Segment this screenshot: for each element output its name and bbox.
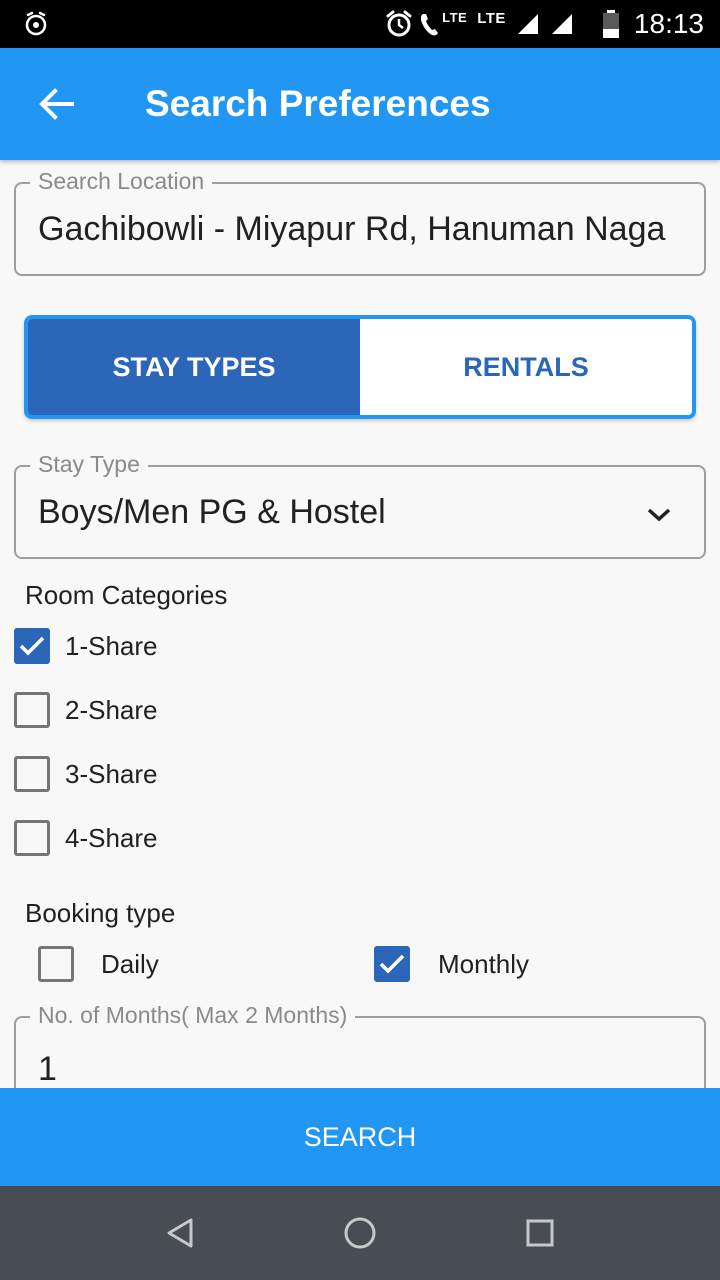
checkbox-label: 1-Share [65,630,158,661]
arrow-back-icon [39,88,74,120]
clock: 18:13 [633,8,704,39]
nav-recents-icon [526,1219,554,1247]
months-value: 1 [38,1049,57,1088]
tab-rentals[interactable]: RENTALS [360,319,692,415]
notification-alarm-icon [25,11,47,36]
checkbox-label: 4-Share [65,822,158,853]
checkbox-box[interactable] [38,946,74,982]
search-location-field[interactable]: Search Location Gachibowli - Miyapur Rd,… [14,166,706,276]
page-title: Search Preferences [145,83,491,124]
checkbox-4-share[interactable]: 4-Share [14,818,158,858]
signal-icon-2 [551,14,572,34]
search-button[interactable]: SEARCH [0,1088,720,1186]
app-bar: Search Preferences [0,48,720,160]
lte-label-1: LTE [442,10,468,25]
room-categories-title: Room Categories [25,580,228,610]
checkbox-box[interactable] [14,756,50,792]
checkbox-label: 3-Share [65,758,158,789]
status-bar: LTE LTE 18:13 [0,0,720,48]
checkbox-daily[interactable]: Daily [38,944,159,984]
phone-call-icon [421,14,439,36]
checkbox-3-share[interactable]: 3-Share [14,754,158,794]
chevron-down-icon [647,508,671,522]
checkbox-label: 2-Share [65,694,158,725]
nav-home-button[interactable] [324,1197,396,1269]
alarm-icon [386,10,412,37]
tab-stay-types[interactable]: STAY TYPES [28,319,360,415]
nav-recents-button[interactable] [504,1197,576,1269]
checkbox-box[interactable] [14,820,50,856]
search-location-value: Gachibowli - Miyapur Rd, Hanuman Naga [38,209,666,248]
stay-type-dropdown[interactable]: Stay Type Boys/Men PG & Hostel [14,449,706,559]
stay-type-value: Boys/Men PG & Hostel [38,492,386,531]
battery-icon [602,10,619,38]
back-button[interactable] [30,80,82,128]
checkbox-box-checked[interactable] [374,946,410,982]
checkbox-label: Daily [101,948,159,979]
checkmark-icon [379,954,405,974]
category-toggle: STAY TYPES RENTALS [24,315,696,419]
months-field[interactable]: No. of Months( Max 2 Months) 1 [14,1000,706,1088]
checkmark-icon [19,636,45,656]
nav-back-icon [167,1218,193,1248]
checkbox-monthly[interactable]: Monthly [374,944,529,984]
booking-type-title: Booking type [25,898,176,928]
signal-icon-1 [517,14,538,34]
checkbox-box-checked[interactable] [14,628,50,664]
lte-label-2: LTE [477,10,506,27]
nav-back-button[interactable] [144,1197,216,1269]
nav-home-icon [344,1217,376,1249]
checkbox-label: Monthly [438,948,530,979]
system-nav-bar [0,1186,720,1280]
checkbox-1-share[interactable]: 1-Share [14,626,158,666]
checkbox-2-share[interactable]: 2-Share [14,690,158,730]
checkbox-box[interactable] [14,692,50,728]
preferences-form[interactable]: Search Location Gachibowli - Miyapur Rd,… [0,160,720,1088]
